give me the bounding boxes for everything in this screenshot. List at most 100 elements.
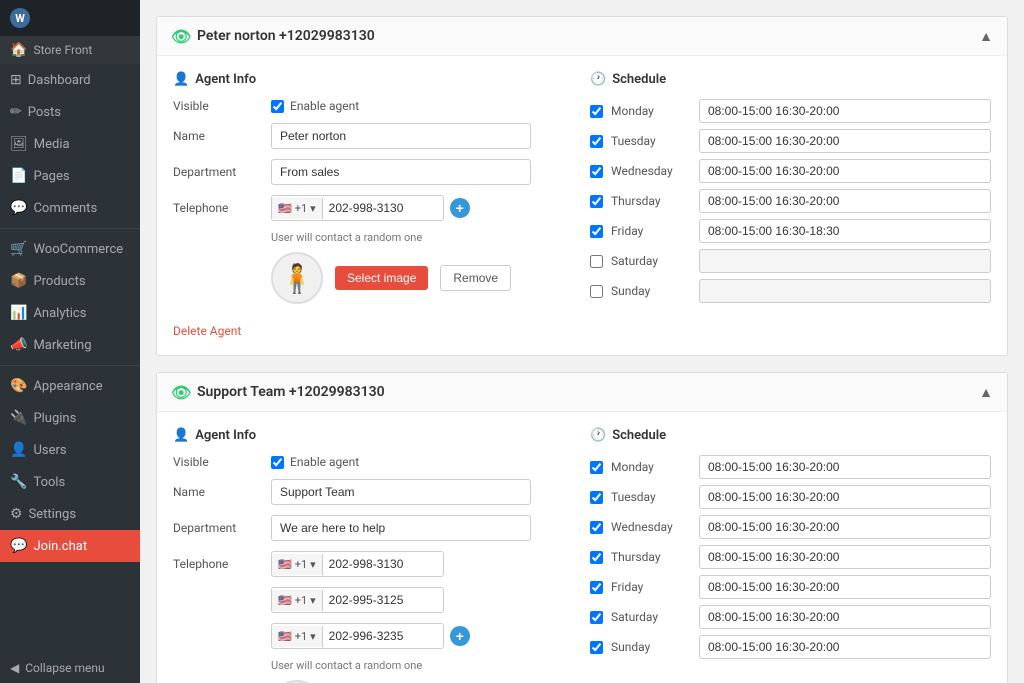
agent-2-code-2: +1 xyxy=(295,594,307,607)
storefront-bar: 🏠 Store Front xyxy=(0,36,140,64)
agent-1-name-input[interactable] xyxy=(271,123,531,149)
sidebar-item-media[interactable]: 🖼 Media xyxy=(0,128,140,160)
person-icon: 👤 xyxy=(173,72,189,87)
agent-1-saturday-checkbox[interactable] xyxy=(590,255,603,268)
agent-1-sunday-checkbox[interactable] xyxy=(590,285,603,298)
sidebar-item-users[interactable]: 👤 Users xyxy=(0,434,140,466)
agent-1-phone-label: Telephone xyxy=(173,201,263,215)
agent-2-wednesday-checkbox[interactable] xyxy=(590,521,603,534)
agent-1-collapse-btn[interactable]: ▲ xyxy=(979,28,993,45)
sidebar: W 🏠 Store Front ⊞ Dashboard ✏ Posts 🖼 Me… xyxy=(0,0,140,683)
agent-2-sunday-input[interactable] xyxy=(699,635,991,659)
agent-2-friday-checkbox[interactable] xyxy=(590,581,603,594)
sidebar-collapse-btn[interactable]: ◀ Collapse menu xyxy=(0,653,140,683)
agent-2-saturday-label: Saturday xyxy=(611,610,691,624)
agent-2-code-1: +1 xyxy=(295,558,307,571)
agent-2-saturday-checkbox[interactable] xyxy=(590,611,603,624)
sidebar-item-products[interactable]: 📦 Products xyxy=(0,265,140,297)
agent-1-enable-checkbox[interactable] xyxy=(271,100,284,113)
agent-2-tuesday-checkbox[interactable] xyxy=(590,491,603,504)
woocommerce-icon: 🛒 xyxy=(10,241,27,257)
sidebar-item-posts[interactable]: ✏ Posts xyxy=(0,96,140,128)
agent-1-friday-input[interactable] xyxy=(699,219,991,243)
agent-1-tuesday-input[interactable] xyxy=(699,129,991,153)
agent-1-thursday-checkbox[interactable] xyxy=(590,195,603,208)
agent-1-schedule-section: 🕐 Schedule Monday Tuesday Wednesday xyxy=(590,72,991,339)
agent-1-friday-checkbox[interactable] xyxy=(590,225,603,238)
agent-2-flag-emoji-2: 🇺🇸 xyxy=(278,594,292,607)
agent-2-wednesday-input[interactable] xyxy=(699,515,991,539)
sidebar-item-join-chat[interactable]: 💬 Join.chat xyxy=(0,530,140,562)
agent-1-select-image-btn[interactable]: Select image xyxy=(335,266,428,290)
agent-2-monday-checkbox[interactable] xyxy=(590,461,603,474)
agent-2-arrow-1: ▾ xyxy=(310,558,316,571)
sidebar-item-dashboard[interactable]: ⊞ Dashboard xyxy=(0,64,140,96)
agent-2-name-input[interactable] xyxy=(271,479,531,505)
agent-1-monday-checkbox[interactable] xyxy=(590,105,603,118)
agent-1-phone-number-input[interactable] xyxy=(323,196,443,220)
analytics-icon: 📊 xyxy=(10,305,27,321)
agent-1-title-group: 👁 Peter norton +12029983130 xyxy=(171,27,375,45)
agent-2-phone-row-3: 🇺🇸 +1 ▾ + xyxy=(173,623,574,649)
sidebar-item-marketing[interactable]: 📣 Marketing xyxy=(0,329,140,361)
agent-1-sunday-input[interactable] xyxy=(699,279,991,303)
agent-2-dept-input[interactable] xyxy=(271,515,531,541)
agent-1-add-phone-btn[interactable]: + xyxy=(450,198,470,218)
sidebar-item-appearance[interactable]: 🎨 Appearance xyxy=(0,370,140,402)
agent-2-add-phone-btn[interactable]: + xyxy=(450,626,470,646)
agent-1-phone-group: 🇺🇸 +1 ▾ + xyxy=(271,195,470,221)
person-icon-2: 👤 xyxy=(173,428,189,443)
agent-1-monday-input[interactable] xyxy=(699,99,991,123)
agent-1-remove-btn[interactable]: Remove xyxy=(440,265,511,291)
agent-2-saturday-input[interactable] xyxy=(699,605,991,629)
sidebar-item-pages[interactable]: 📄 Pages xyxy=(0,160,140,192)
sidebar-item-plugins[interactable]: 🔌 Plugins xyxy=(0,402,140,434)
agent-1-friday-row: Friday xyxy=(590,219,991,243)
agent-1-info-title: 👤 Agent Info xyxy=(173,72,574,87)
agent-2-thursday-checkbox[interactable] xyxy=(590,551,603,564)
sidebar-item-analytics[interactable]: 📊 Analytics xyxy=(0,297,140,329)
agent-2-tuesday-input[interactable] xyxy=(699,485,991,509)
agent-2-collapse-btn[interactable]: ▲ xyxy=(979,384,993,401)
agent-2-visible-icon: 👁 xyxy=(171,383,189,401)
agent-2-phone-input-3[interactable] xyxy=(323,624,443,648)
sidebar-item-label: Appearance xyxy=(33,379,102,394)
sidebar-item-label: Posts xyxy=(28,105,61,120)
agent-2-sunday-checkbox[interactable] xyxy=(590,641,603,654)
sidebar-item-comments[interactable]: 💬 Comments xyxy=(0,192,140,224)
agent-1-wednesday-checkbox[interactable] xyxy=(590,165,603,178)
agent-1-tuesday-checkbox[interactable] xyxy=(590,135,603,148)
agent-2-phone-input-1[interactable] xyxy=(323,552,443,576)
agent-2-friday-input[interactable] xyxy=(699,575,991,599)
agent-1-flag-select[interactable]: 🇺🇸 +1 ▾ xyxy=(272,198,323,219)
sidebar-header: W xyxy=(0,0,140,36)
agent-2-info-title: 👤 Agent Info xyxy=(173,428,574,443)
agent-2-info-section: 👤 Agent Info Visible Enable agent Name D… xyxy=(173,428,574,683)
sidebar-item-label: Settings xyxy=(29,507,76,522)
agent-1-phone-code: +1 xyxy=(295,202,307,215)
agent-2-phone-group-1: 🇺🇸 +1 ▾ xyxy=(271,551,444,577)
agent-2-flag-3[interactable]: 🇺🇸 +1 ▾ xyxy=(272,626,323,647)
agent-2-flag-2[interactable]: 🇺🇸 +1 ▾ xyxy=(272,590,323,611)
agent-1-saturday-input[interactable] xyxy=(699,249,991,273)
sidebar-item-woocommerce[interactable]: 🛒 WooCommerce xyxy=(0,233,140,265)
agent-2-flag-1[interactable]: 🇺🇸 +1 ▾ xyxy=(272,554,323,575)
agent-card-1-header: 👁 Peter norton +12029983130 ▲ xyxy=(157,17,1007,56)
agent-2-phone-input-2[interactable] xyxy=(323,588,443,612)
agent-2-monday-input[interactable] xyxy=(699,455,991,479)
agent-1-delete-link[interactable]: Delete Agent xyxy=(173,324,241,338)
agent-2-wednesday-label: Wednesday xyxy=(611,520,691,534)
agent-1-wednesday-input[interactable] xyxy=(699,159,991,183)
agent-1-visible-label: Visible xyxy=(173,99,263,113)
clock-icon: 🕐 xyxy=(590,72,606,87)
agent-1-visible-row: Visible Enable agent xyxy=(173,99,574,113)
agent-2-thursday-input[interactable] xyxy=(699,545,991,569)
appearance-icon: 🎨 xyxy=(10,378,27,394)
agent-2-enable-checkbox[interactable] xyxy=(271,456,284,469)
agent-1-thursday-input[interactable] xyxy=(699,189,991,213)
agent-1-dept-input[interactable] xyxy=(271,159,531,185)
agent-2-phone-wrapper-3: 🇺🇸 +1 ▾ xyxy=(271,623,444,649)
sidebar-item-settings[interactable]: ⚙ Settings xyxy=(0,498,140,530)
agent-1-tuesday-label: Tuesday xyxy=(611,134,691,148)
sidebar-item-tools[interactable]: 🔧 Tools xyxy=(0,466,140,498)
